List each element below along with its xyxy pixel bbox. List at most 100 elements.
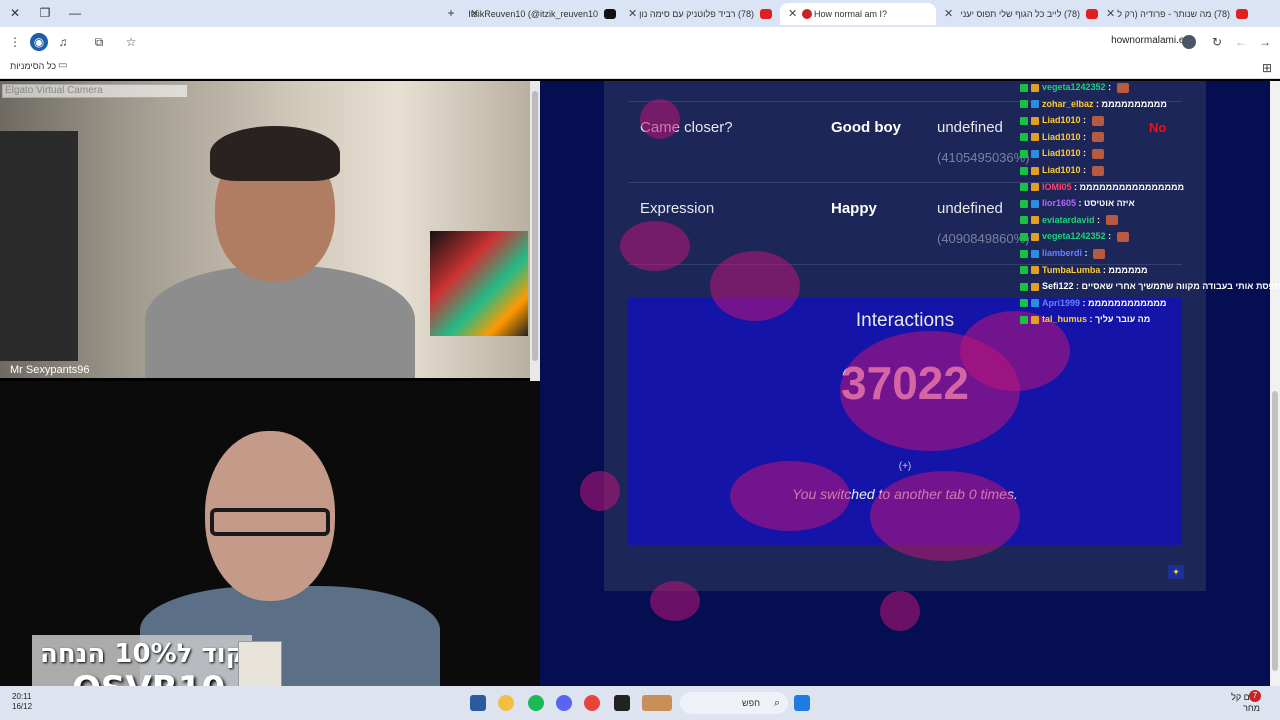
- tab-parody[interactable]: ✕ (78) מה שנותר - פרודיה (רק ל: [1102, 3, 1252, 25]
- chat-username[interactable]: Liad1010: [1042, 165, 1081, 175]
- tab-itzik[interactable]: ✕ ItzikReuven10 (@itzik_reuven10: [466, 3, 620, 25]
- chat-username[interactable]: lior1605: [1042, 198, 1076, 208]
- chat-separator: :: [1087, 314, 1096, 325]
- chat-text: ממממממממממממממממ: [1079, 181, 1185, 192]
- reload-icon[interactable]: ↻: [1208, 33, 1226, 51]
- person-hair: [210, 126, 340, 181]
- search-highlight-icon[interactable]: [642, 695, 672, 711]
- windows-start-icon[interactable]: [794, 695, 810, 711]
- discord-icon[interactable]: [556, 695, 572, 711]
- chat-username[interactable]: IOMI05: [1042, 182, 1072, 192]
- mod-badge-icon: [1020, 249, 1028, 258]
- sub-badge-icon: [1031, 216, 1039, 225]
- site-info-icon[interactable]: [1182, 35, 1196, 49]
- glasses-image: [210, 508, 330, 536]
- chat-username[interactable]: Sefi122: [1042, 281, 1074, 291]
- interactions-plus[interactable]: (+): [628, 461, 1182, 472]
- chat-message: Liad1010 :: [1020, 115, 1104, 129]
- scrollbar-thumb[interactable]: [532, 91, 538, 361]
- spotify-icon[interactable]: [528, 695, 544, 711]
- close-window-icon[interactable]: ✕: [4, 4, 26, 22]
- webcam-bottom: קוד ל10% הנחה OSVR10: [0, 381, 540, 686]
- heatmap-blob: [870, 471, 1020, 561]
- question-label: Expression: [640, 200, 715, 217]
- forward-icon[interactable]: ←: [1232, 33, 1250, 51]
- bookmark-star-icon[interactable]: ☆: [122, 33, 140, 51]
- apps-grid-icon[interactable]: ⊞: [1258, 59, 1276, 77]
- profile-avatar-icon[interactable]: ◉: [30, 33, 48, 51]
- tab-close-icon[interactable]: ✕: [470, 3, 479, 25]
- youtube-icon: [1236, 9, 1248, 19]
- sub-badge-icon: [1031, 199, 1039, 208]
- chat-separator: :: [1094, 214, 1103, 225]
- answer-value: Good boy: [831, 119, 901, 136]
- chat-text: ממממממממממ: [1101, 98, 1167, 109]
- heatmap-blob: [640, 99, 680, 139]
- restore-window-icon[interactable]: ❐: [34, 4, 56, 22]
- chat-separator: :: [1080, 148, 1089, 159]
- tab-close-icon[interactable]: ✕: [788, 3, 797, 25]
- chat-username[interactable]: Liad1010: [1042, 115, 1081, 125]
- back-icon[interactable]: →: [1256, 33, 1274, 51]
- terminal-icon[interactable]: [614, 695, 630, 711]
- chat-username[interactable]: eviatardavid: [1042, 215, 1095, 225]
- chat-username[interactable]: Liad1010: [1042, 148, 1081, 158]
- calculator-icon[interactable]: [470, 695, 486, 711]
- chat-message: Liad1010 :: [1020, 132, 1104, 146]
- chat-username[interactable]: Apri1999: [1042, 298, 1080, 308]
- chat-message: IOMI05 : ממממממממממממממממ: [1020, 182, 1184, 196]
- sub-badge-icon: [1031, 249, 1039, 258]
- tab-ravid[interactable]: ✕ (78) רביד פלוטניק עם סימה נון: [624, 3, 776, 25]
- tab-how-normal[interactable]: ✕ How normal am I?: [780, 3, 936, 25]
- mod-badge-icon: [1020, 316, 1028, 325]
- media-control-icon[interactable]: ♫: [54, 33, 72, 51]
- address-bar-url[interactable]: hownormalami.eu: [1111, 35, 1190, 46]
- tab-close-icon[interactable]: ✕: [1106, 3, 1115, 25]
- chat-username[interactable]: Liad1010: [1042, 132, 1081, 142]
- extensions-icon[interactable]: ⧉: [90, 33, 108, 51]
- chat-username[interactable]: vegeta1242352: [1042, 231, 1106, 241]
- menu-kebab-icon[interactable]: ⋮: [6, 33, 24, 51]
- chat-message: TumbaLumba : ממממממ: [1020, 265, 1148, 279]
- mod-badge-icon: [1020, 183, 1028, 192]
- heatmap-blob: [730, 461, 850, 531]
- sub-badge-icon: [1031, 299, 1039, 308]
- chat-emote-icon: [1091, 149, 1104, 160]
- chat-message: zohar_elbaz : ממממממממממ: [1020, 99, 1167, 113]
- mod-badge-icon: [1020, 199, 1028, 208]
- chat-username[interactable]: TumbaLumba: [1042, 265, 1100, 275]
- mod-badge-icon: [1020, 282, 1028, 291]
- scrollbar-thumb[interactable]: [1272, 391, 1278, 671]
- chat-emote-icon: [1091, 165, 1104, 176]
- chrome-icon[interactable]: [584, 695, 600, 711]
- chat-username[interactable]: tal_humus: [1042, 314, 1087, 324]
- tab-close-icon[interactable]: ✕: [628, 3, 637, 25]
- chat-separator: :: [1082, 248, 1091, 258]
- chat-message: eviatardavid :: [1020, 215, 1118, 229]
- camera-source-select[interactable]: Elgato Virtual Camera: [2, 84, 188, 98]
- search-label: חפש: [742, 698, 760, 708]
- chat-separator: :: [1080, 115, 1089, 126]
- chat-username[interactable]: zohar_elbaz: [1042, 99, 1094, 109]
- all-bookmarks-link[interactable]: כל הסימניות: [10, 61, 56, 71]
- answer-value: Happy: [831, 200, 877, 217]
- mod-badge-icon: [1020, 216, 1028, 225]
- sub-badge-icon: [1031, 282, 1039, 291]
- taskbar-search[interactable]: חפש ⌕: [680, 692, 788, 714]
- left-scrollbar[interactable]: [530, 81, 540, 381]
- chat-username[interactable]: liamberdi: [1042, 248, 1082, 258]
- pinned-app-icon[interactable]: [498, 695, 514, 711]
- sub-badge-icon: [1031, 100, 1039, 109]
- chat-emote-icon: [1091, 115, 1104, 126]
- chat-username[interactable]: vegeta1242352: [1042, 82, 1106, 92]
- chat-text: ממממממממממממ: [1088, 297, 1167, 308]
- tiktok-icon: [604, 9, 616, 19]
- chat-separator: :: [1105, 82, 1114, 92]
- tab-close-icon[interactable]: ✕: [944, 3, 953, 25]
- chat-text: מה עובר עליך: [1095, 314, 1151, 325]
- minimize-window-icon[interactable]: —: [64, 4, 86, 22]
- chat-message: tal_humus : מה עובר עליך: [1020, 314, 1150, 328]
- new-tab-icon[interactable]: +: [440, 4, 462, 22]
- tab-live[interactable]: ✕ (78) לייב כל הגוף שלי תפוס יעני: [940, 3, 1102, 25]
- taskbar-clock[interactable]: 20:11 16/12: [12, 692, 32, 712]
